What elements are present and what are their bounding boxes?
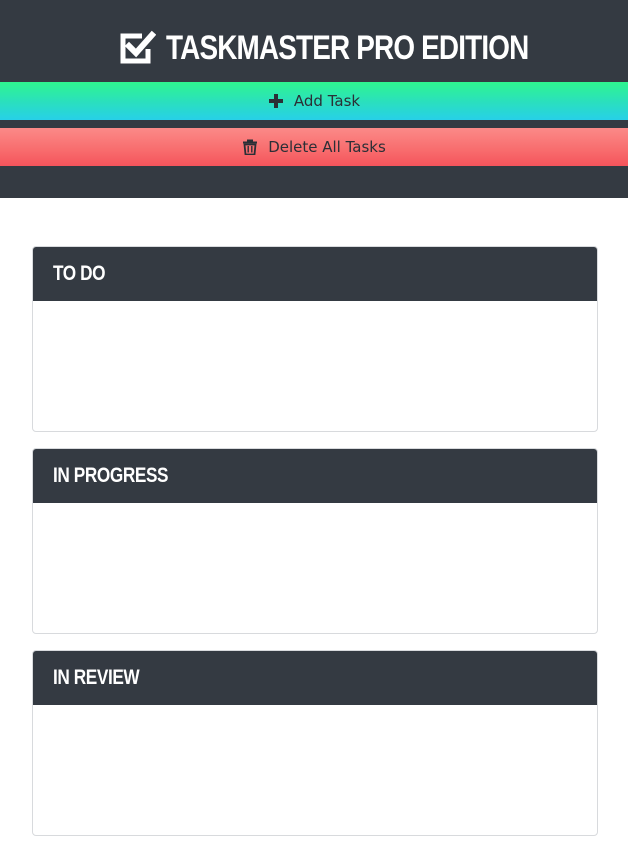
plus-icon bbox=[268, 93, 284, 109]
delete-all-tasks-button[interactable]: Delete All Tasks bbox=[0, 128, 628, 166]
add-task-button[interactable]: Add Task bbox=[0, 82, 628, 120]
checkbox-checked-icon bbox=[118, 29, 156, 67]
app-header: TASKMASTER PRO EDITION Add Task Delete A… bbox=[0, 0, 628, 198]
lane-to-do: TO DO bbox=[32, 246, 598, 432]
lane-title: IN REVIEW bbox=[53, 666, 140, 689]
delete-all-tasks-label: Delete All Tasks bbox=[268, 138, 386, 156]
lane-header: IN REVIEW bbox=[33, 651, 597, 705]
lane-task-list[interactable] bbox=[33, 503, 597, 633]
lane-in-progress: IN PROGRESS bbox=[32, 448, 598, 634]
add-task-label: Add Task bbox=[293, 92, 361, 110]
lane-task-list[interactable] bbox=[33, 301, 597, 431]
app-title-text: TASKMASTER PRO EDITION bbox=[165, 28, 529, 67]
lane-header: TO DO bbox=[33, 247, 597, 301]
lane-in-review: IN REVIEW bbox=[32, 650, 598, 836]
trash-icon bbox=[242, 139, 258, 156]
app-title: TASKMASTER PRO EDITION bbox=[0, 26, 628, 70]
lane-task-list[interactable] bbox=[33, 705, 597, 835]
lane-title: TO DO bbox=[53, 262, 106, 285]
lane-header: IN PROGRESS bbox=[33, 449, 597, 503]
lane-title: IN PROGRESS bbox=[53, 464, 169, 487]
